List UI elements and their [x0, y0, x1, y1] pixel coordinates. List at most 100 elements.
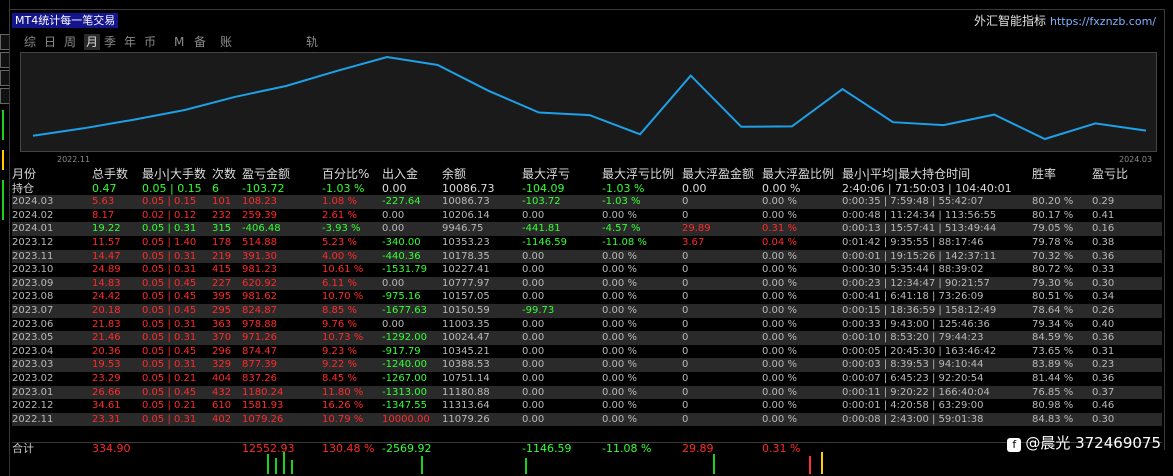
cell-minmax: 0.05 | 0.31 [142, 318, 197, 330]
column-header-minmax: 最小|大手数 [142, 167, 207, 181]
tab-3[interactable]: 月 [84, 34, 101, 50]
tab-4[interactable]: 季 [104, 34, 116, 50]
cell-mfp: 29.89 [682, 442, 714, 455]
table-row: 2023.06 21.83 0.05 | 0.31 363 978.88 9.76 % 0.… [12, 318, 1162, 332]
cell-mfp: 0 [682, 345, 689, 357]
cell-minmax: 0.05 | 0.15 [142, 181, 202, 195]
cell-count: 395 [212, 291, 232, 303]
cell-bal: 10353.23 [442, 237, 490, 248]
cell-io: -1292.00 [382, 332, 427, 344]
cell-win: 81.44 % [1032, 373, 1074, 384]
cell-pf: 0.33 [1092, 264, 1115, 276]
cell-mflr: 0.00 % [602, 373, 637, 384]
cell-bal: 11313.64 [442, 400, 490, 412]
tab-0[interactable]: 综 [24, 34, 36, 50]
cell-count: 227 [212, 277, 232, 289]
cell-win: 79.34 % [1032, 318, 1074, 330]
cell-win: 84.59 % [1032, 332, 1074, 344]
cell-month: 2023.02 [12, 373, 54, 384]
cell-time: 0:01:42 | 9:35:55 | 88:17:46 [842, 237, 984, 248]
cell-mfpr: 0.31 % [762, 442, 801, 455]
cell-time: 0:00:35 | 7:59:48 | 55:42:07 [842, 196, 984, 208]
cell-bal: 10388.53 [442, 359, 490, 371]
cell-month: 持仓 [12, 181, 34, 195]
cell-time: 0:00:01 | 19:15:26 | 142:37:11 [842, 250, 997, 262]
cell-count: 219 [212, 250, 232, 262]
cell-count: 610 [212, 400, 232, 412]
cell-pct: 10.70 % [322, 291, 364, 303]
cell-count: 402 [212, 413, 232, 425]
cell-bal: 10157.05 [442, 291, 490, 303]
cell-mfl: 0.00 [522, 400, 545, 412]
column-header-count: 次数 [212, 167, 237, 181]
tab-1[interactable]: 日 [44, 34, 56, 50]
cell-count: 178 [212, 237, 232, 248]
cell-month: 2023.03 [12, 359, 54, 371]
title-bar: MT4统计每一笔交易 外汇智能指标 https://fxznzb.com/ [10, 10, 1164, 30]
cell-mfp: 0 [682, 332, 689, 344]
cell-mfp: 29.89 [682, 223, 711, 235]
stats-window: MT4统计每一笔交易 外汇智能指标 https://fxznzb.com/ 综日周… [9, 9, 1165, 455]
tab-2[interactable]: 周 [64, 34, 76, 50]
cell-mflr: -11.08 % [602, 442, 652, 455]
cell-pct: 11.80 % [322, 386, 364, 398]
cell-win: 83.89 % [1032, 359, 1074, 371]
cell-total: 14.83 [92, 277, 121, 289]
cell-pf: 0.40 [1092, 318, 1115, 330]
cell-mfl: -441.81 [522, 223, 561, 235]
cell-io: 0.00 [382, 318, 405, 330]
cell-mflr: -1.03 % [602, 181, 645, 195]
cell-minmax: 0.02 | 0.12 [142, 209, 197, 221]
cell-count: 232 [212, 209, 232, 221]
cell-pf: 0.30 [1092, 277, 1115, 289]
cell-pct: -1.03 % [322, 181, 365, 195]
column-header-total: 总手数 [92, 167, 129, 181]
cell-io: -340.00 [382, 237, 421, 248]
table-row: 2022.12 34.61 0.05 | 0.21 610 1581.93 16.26 %… [12, 399, 1162, 413]
cell-pnl: 877.39 [242, 359, 277, 371]
cell-time: 0:00:05 | 20:45:30 | 163:46:42 [842, 345, 997, 357]
tab-5[interactable]: 年 [124, 34, 136, 50]
tab-8[interactable]: 备 [194, 34, 206, 50]
cell-minmax: 0.05 | 0.45 [142, 277, 197, 289]
cell-win: 76.85 % [1032, 386, 1074, 398]
cell-win: 70.32 % [1032, 250, 1074, 262]
cell-io: -440.36 [382, 250, 421, 262]
cell-month: 2024.01 [12, 223, 54, 235]
cell-month: 2023.04 [12, 345, 54, 357]
cell-mflr: -1.03 % [602, 196, 641, 208]
cell-pct: 1.08 % [322, 196, 357, 208]
cell-time: 0:00:13 | 15:57:41 | 513:49:44 [842, 223, 997, 235]
cell-total: 21.83 [92, 318, 121, 330]
candle-bar [2, 110, 4, 140]
cell-count: 295 [212, 305, 232, 316]
tab-6[interactable]: 币 [144, 34, 156, 50]
cell-mfp: 0 [682, 373, 689, 384]
cell-mfpr: 0.00 % [762, 305, 797, 316]
equity-line [32, 55, 1147, 141]
candle-bar [525, 458, 527, 474]
cell-pf: 0.29 [1092, 196, 1115, 208]
cell-time: 0:00:10 | 8:53:20 | 79:44:23 [842, 332, 984, 344]
cell-mflr: 0.00 % [602, 359, 637, 371]
candle-bar [291, 460, 293, 474]
tab-10[interactable]: 轨迹 [306, 34, 318, 65]
tab-9[interactable]: 账户 [220, 34, 232, 65]
cell-mfpr: 0.31 % [762, 223, 797, 235]
brand-url[interactable]: https://fxznzb.com/ [1050, 15, 1156, 28]
cell-pf: 0.37 [1092, 386, 1115, 398]
cell-pf: 0.36 [1092, 332, 1115, 344]
cell-mfl: -103.72 [522, 196, 561, 208]
cell-io: 0.00 [382, 181, 407, 195]
column-header-month: 月份 [12, 167, 37, 181]
cell-pct: 10.61 % [322, 264, 364, 276]
cell-total: 20.36 [92, 345, 121, 357]
cell-total: 11.57 [92, 237, 121, 248]
cell-pf: 0.26 [1092, 305, 1115, 316]
cell-win: 80.17 % [1032, 209, 1074, 221]
tab-7[interactable]: M [174, 34, 184, 50]
cell-bal: 10227.41 [442, 264, 490, 276]
cell-mfpr: 0.00 % [762, 386, 797, 398]
cell-count: 296 [212, 345, 232, 357]
cell-pct: 130.48 % [322, 442, 375, 455]
